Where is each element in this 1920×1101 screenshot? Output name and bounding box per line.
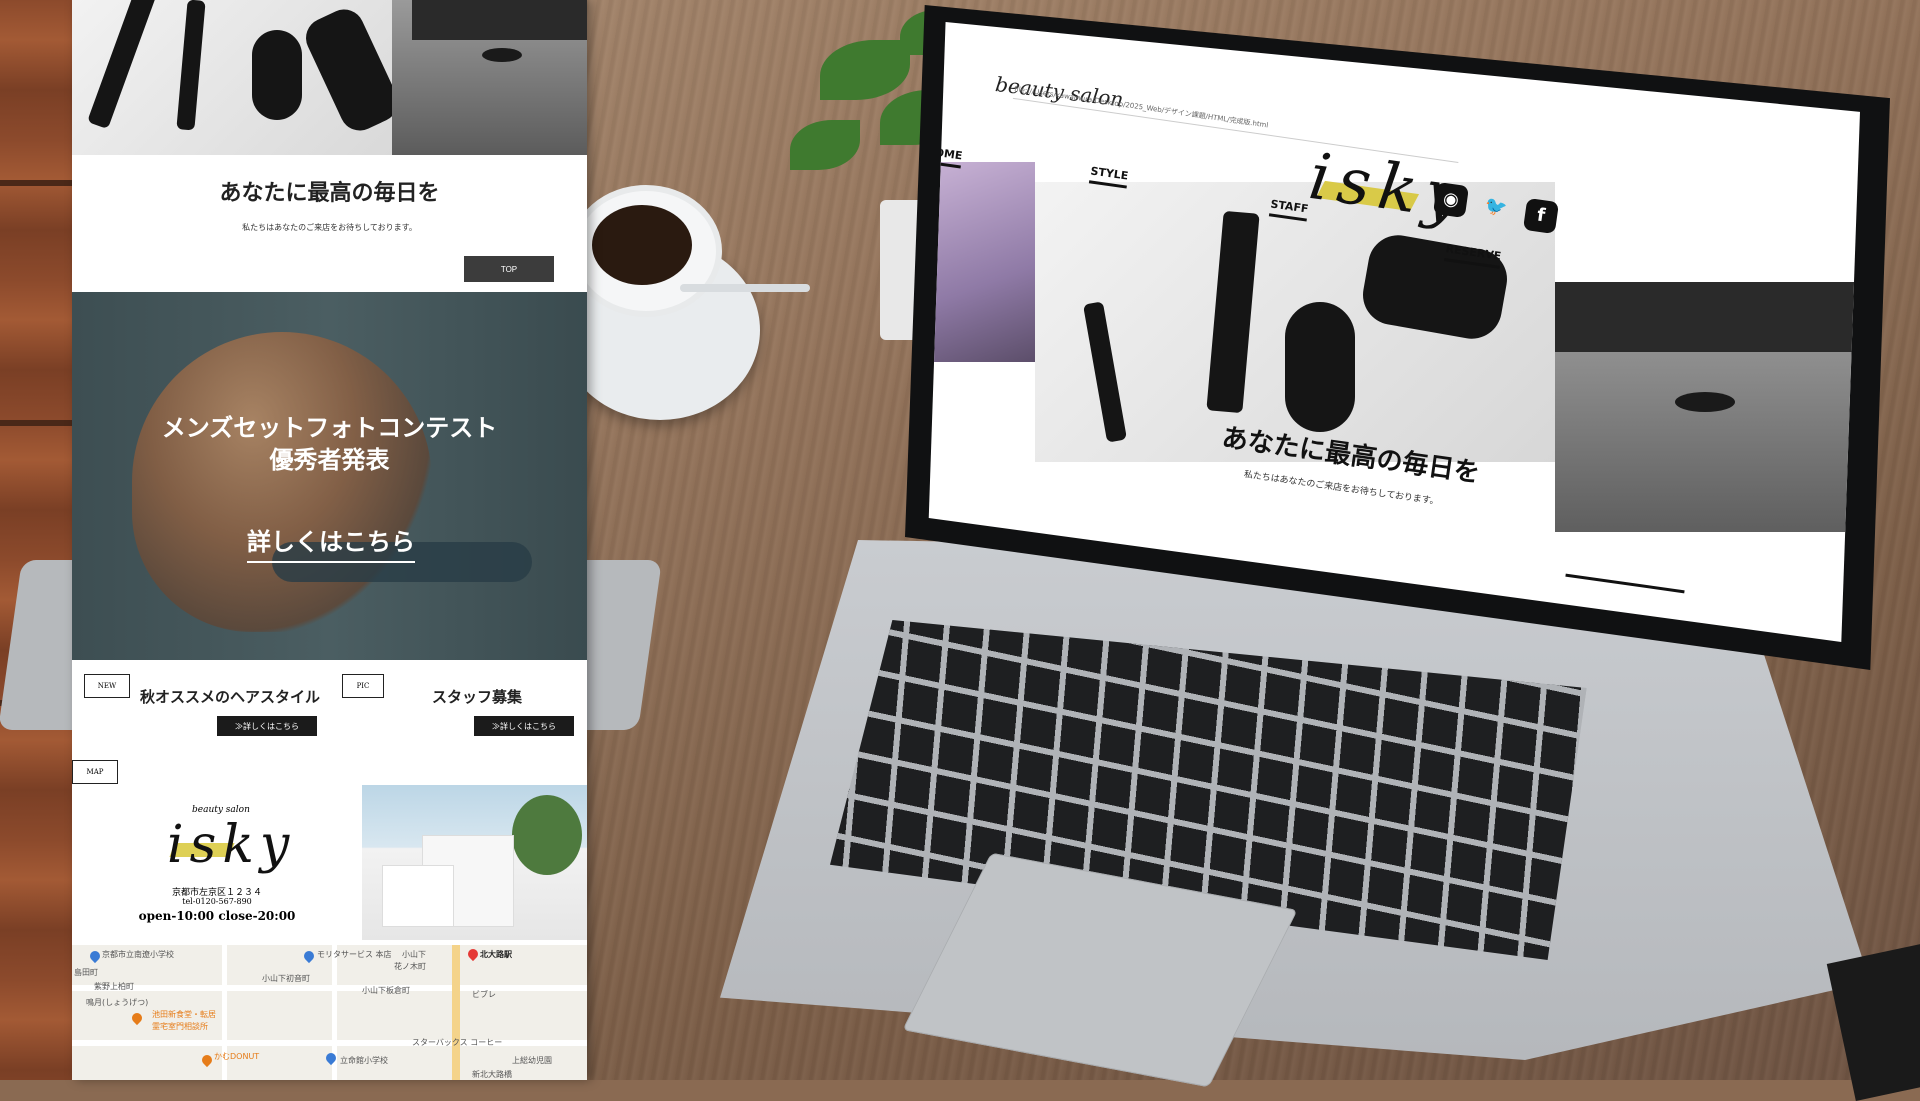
map-label: 小山下 (402, 950, 426, 959)
map-embed[interactable]: 京都市立南遼小学校 モリタサービス 本店 北大路駅 島田町 紫野上柏町 鳴月(し… (72, 945, 587, 1080)
model-head-photo (132, 332, 432, 632)
section-divider (1565, 573, 1685, 594)
map-label: 立命館小学校 (340, 1056, 388, 1065)
salon-info: beauty salon isky 京都市左京区１２３４ tel-0120-56… (72, 785, 362, 940)
map-label: 北大路駅 (480, 950, 512, 959)
map-label: 島田町 (74, 968, 98, 977)
station-pin-icon (465, 946, 481, 962)
tree (512, 795, 582, 875)
map-label: かむDONUT (214, 1052, 260, 1061)
news-title-staff: スタッフ募集 (432, 688, 523, 706)
map-label: 池田新食堂・転居 (152, 1010, 216, 1019)
map-label: 鳴月(しょうげつ) (86, 998, 149, 1007)
hair-tools-photo (72, 0, 405, 155)
hair-tools-photo (1035, 182, 1555, 462)
news-section: NEW 秋オススメのヘアスタイル ≫詳しくはこちら PIC スタッフ募集 ≫詳し… (72, 660, 587, 755)
map-label: 小山下板倉町 (362, 986, 410, 995)
contest-title: メンズセットフォトコンテスト 優秀者発表 (161, 413, 498, 474)
map-pin-icon (87, 948, 103, 964)
map-label: 花ノ木町 (394, 962, 426, 971)
model-face-photo (1555, 282, 1855, 532)
map-pin-icon (129, 1010, 145, 1026)
model-face-photo (392, 0, 587, 155)
salon-building-photo (362, 785, 587, 940)
map-label: ビブレ (472, 990, 496, 999)
map-tag: MAP (72, 760, 118, 784)
salon-hours: open-10:00 close-20:00 (138, 909, 296, 923)
brand-label: beauty salon (192, 805, 250, 815)
hero-subtitle: 私たちはあなたのご来店をお待ちしております。 (242, 223, 417, 232)
wood-plank-edge (0, 0, 80, 1080)
spoon (680, 284, 810, 292)
news-title-hairstyle: 秋オススメのヘアスタイル (140, 688, 321, 706)
mobile-page-preview: あなたに最高の毎日を 私たちはあなたのご来店をお待ちしております。 TOP メン… (72, 0, 587, 1080)
contest-banner[interactable]: メンズセットフォトコンテスト 優秀者発表 詳しくはこちら (72, 292, 587, 660)
hero-title: あなたに最高の毎日を (219, 180, 440, 206)
hair-color-photo (928, 162, 1035, 362)
contest-details-link[interactable]: 詳しくはこちら (247, 522, 415, 563)
news-details-button[interactable]: ≫詳しくはこちら (217, 716, 317, 736)
instagram-icon[interactable]: ◉ (1432, 181, 1470, 219)
facebook-icon[interactable]: f (1522, 197, 1560, 235)
top-button[interactable]: TOP (464, 256, 554, 282)
map-label: 京都市立南遼小学校 (102, 950, 174, 959)
map-label: モリタサービス 本店 (317, 950, 392, 959)
news-tag-pic: PIC (342, 674, 384, 698)
map-pin-icon (199, 1052, 215, 1068)
hero-image (72, 0, 587, 155)
map-label: 新北大路橋 (472, 1070, 512, 1079)
map-label: スターバックス コーヒー (412, 1038, 503, 1047)
building-block (382, 865, 454, 927)
salon-logo: isky (167, 815, 296, 875)
salon-tel: tel-0120-567-890 (182, 897, 252, 906)
map-label: 霊宅室門相談所 (152, 1022, 208, 1031)
twitter-icon[interactable]: 🐦 (1478, 190, 1514, 226)
staff-details-button[interactable]: ≫詳しくはこちら (474, 716, 574, 736)
map-label: 小山下初音町 (262, 974, 310, 983)
map-pin-icon (301, 948, 317, 964)
map-label: 紫野上柏町 (94, 982, 134, 991)
map-label: 上総幼児園 (512, 1056, 552, 1065)
coffee (592, 205, 692, 285)
news-tag-new: NEW (84, 674, 130, 698)
